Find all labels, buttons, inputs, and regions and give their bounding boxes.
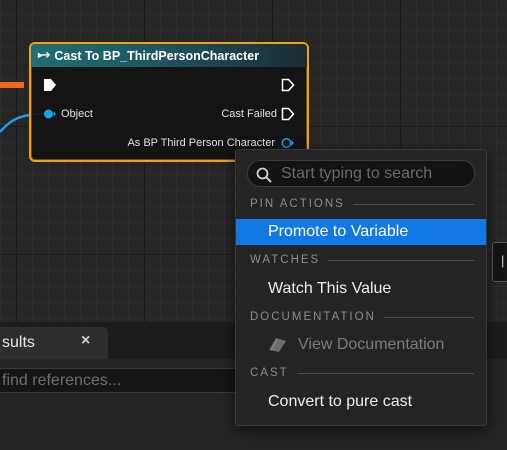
section-divider bbox=[352, 203, 474, 205]
menu-item-view-docs-label: View Documentation bbox=[298, 336, 445, 353]
exec-out-pin-icon[interactable] bbox=[281, 78, 295, 92]
cast-node[interactable]: ▸➔ Cast To BP_ThirdPersonCharacter Objec… bbox=[29, 42, 309, 162]
cast-arrows-icon: ▸➔ bbox=[38, 50, 50, 61]
cast-node-title: Cast To BP_ThirdPersonCharacter bbox=[54, 48, 260, 63]
section-documentation: DOCUMENTATION bbox=[250, 310, 474, 324]
find-results-tab[interactable]: sults × bbox=[0, 327, 108, 359]
documentation-icon bbox=[269, 338, 286, 352]
menu-search-input[interactable] bbox=[281, 161, 471, 186]
object-pin-label: Object bbox=[61, 108, 93, 120]
section-divider bbox=[296, 372, 474, 374]
menu-item-promote-to-variable[interactable]: Promote to Variable bbox=[236, 219, 486, 245]
menu-item-watch-value[interactable]: Watch This Value bbox=[236, 276, 486, 302]
exec-in-pin-icon[interactable] bbox=[43, 78, 57, 92]
menu-search-box[interactable] bbox=[247, 160, 475, 187]
section-pin-actions: PIN ACTIONS bbox=[250, 197, 474, 211]
menu-item-convert-to-pure-cast[interactable]: Convert to pure cast bbox=[236, 389, 486, 415]
as-character-pin-label: As BP Third Person Character bbox=[127, 137, 275, 149]
cast-node-header[interactable]: ▸➔ Cast To BP_ThirdPersonCharacter bbox=[31, 44, 307, 67]
object-pin-icon[interactable] bbox=[43, 108, 57, 120]
section-documentation-label: DOCUMENTATION bbox=[250, 311, 376, 323]
section-cast: CAST bbox=[250, 366, 474, 380]
section-watches-label: WATCHES bbox=[250, 254, 321, 266]
pin-context-menu: PIN ACTIONS Promote to Variable WATCHES … bbox=[235, 149, 487, 426]
section-divider bbox=[383, 316, 474, 318]
close-icon[interactable]: × bbox=[81, 332, 90, 350]
side-toolbar-button[interactable]: | bbox=[492, 242, 507, 282]
section-divider bbox=[328, 259, 474, 261]
cast-failed-pin-label: Cast Failed bbox=[221, 108, 277, 120]
menu-item-promote-label: Promote to Variable bbox=[268, 223, 409, 240]
section-pin-actions-label: PIN ACTIONS bbox=[250, 198, 345, 210]
find-results-tab-label: sults bbox=[2, 334, 35, 351]
cast-failed-pin-icon[interactable] bbox=[281, 107, 295, 121]
search-icon bbox=[256, 167, 272, 183]
section-watches: WATCHES bbox=[250, 253, 474, 267]
section-cast-label: CAST bbox=[250, 367, 289, 379]
menu-item-watch-label: Watch This Value bbox=[268, 280, 392, 297]
menu-item-convert-label: Convert to pure cast bbox=[268, 393, 413, 410]
as-character-pin-icon[interactable] bbox=[281, 137, 295, 149]
menu-item-view-documentation[interactable]: View Documentation bbox=[236, 332, 486, 358]
